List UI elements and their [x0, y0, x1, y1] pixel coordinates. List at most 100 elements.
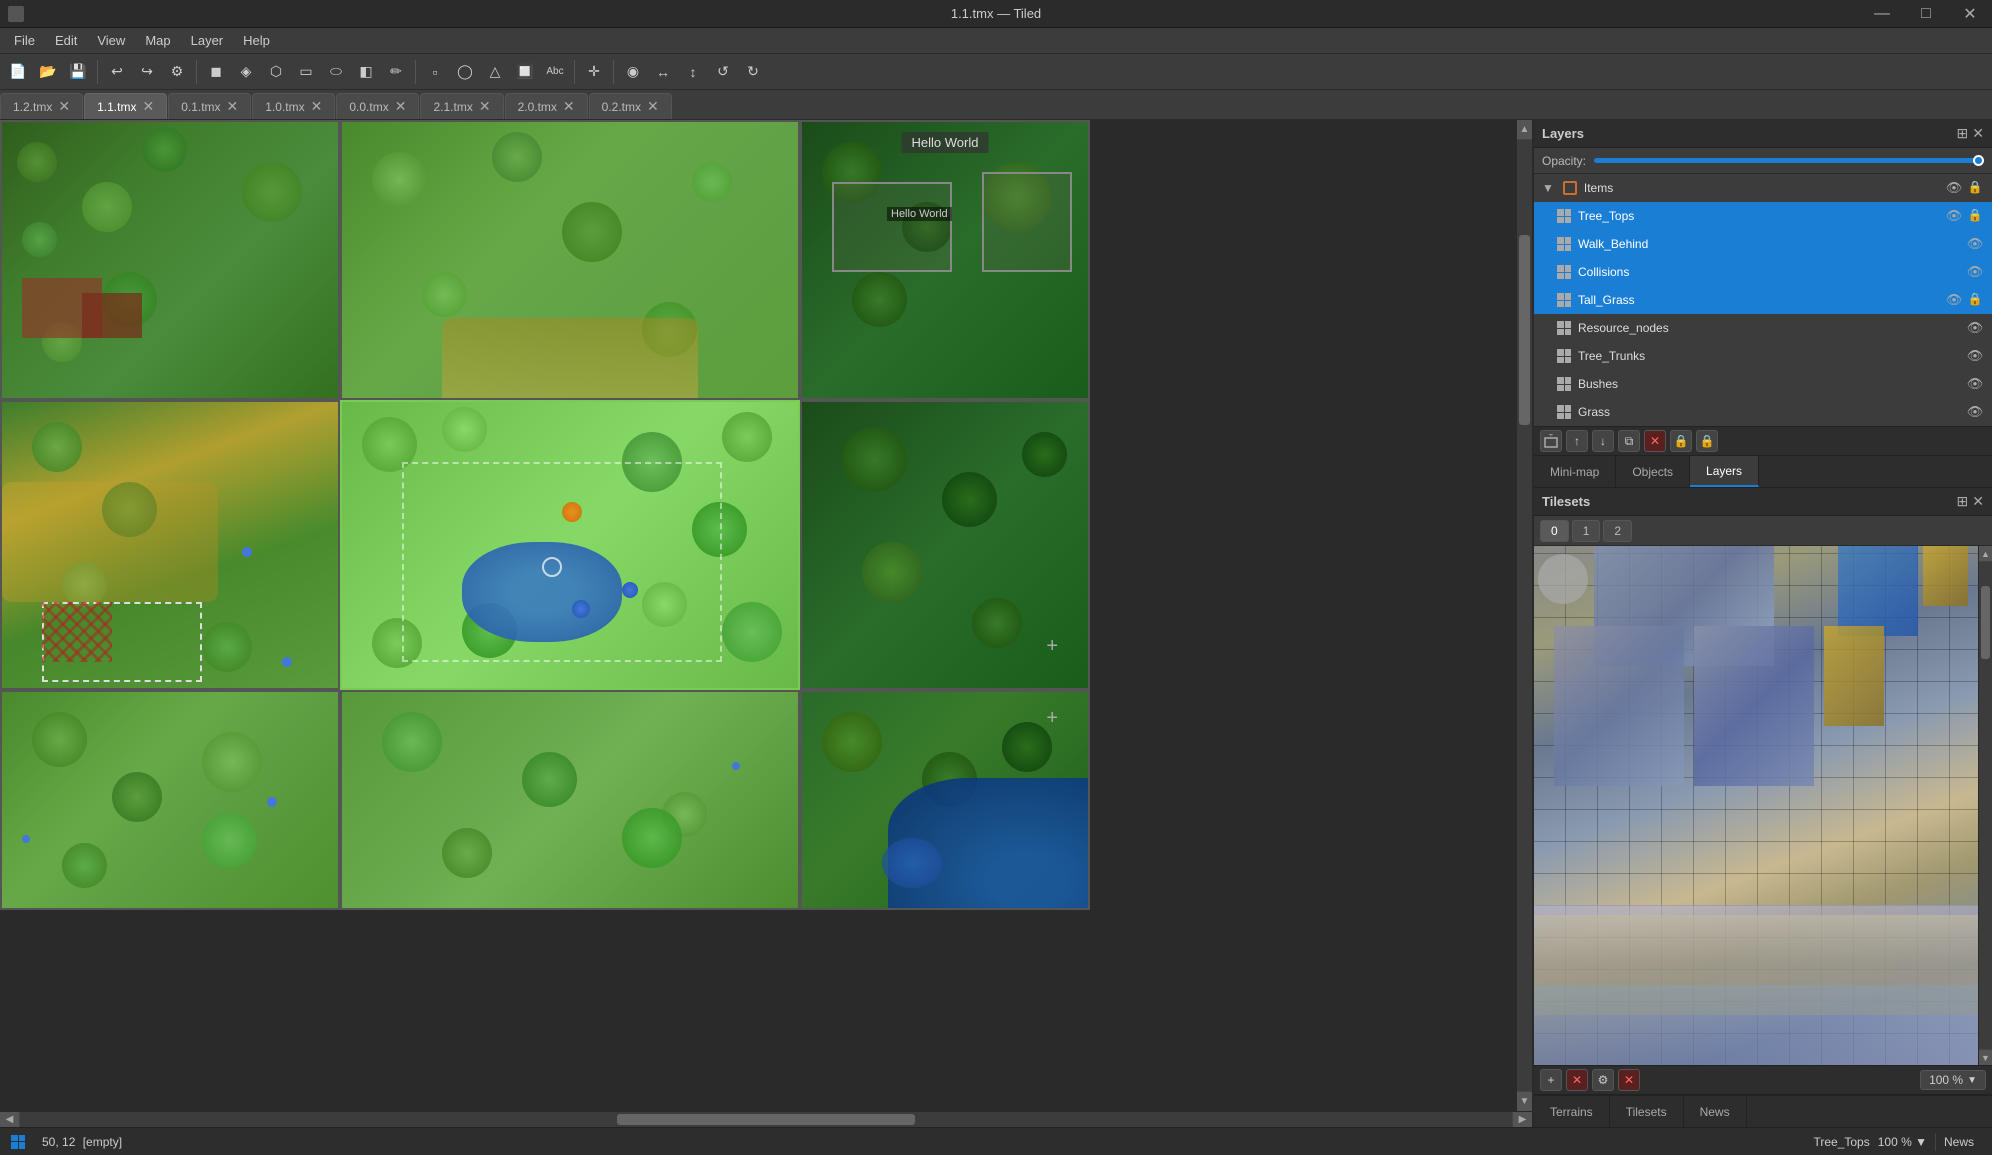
map-cell-1-1[interactable]: [340, 400, 800, 690]
tilesets-float-btn[interactable]: ⊞: [1957, 493, 1969, 510]
layer-remove-red-btn[interactable]: ✕: [1644, 430, 1666, 452]
menu-help[interactable]: Help: [233, 30, 280, 51]
layer-eye-icon-res[interactable]: 👁: [1966, 320, 1984, 336]
close-btn[interactable]: ✕: [1948, 0, 1992, 28]
layers-float-btn[interactable]: ⊞: [1957, 125, 1969, 142]
map-cell-2-2[interactable]: +: [800, 690, 1090, 910]
layer-lock-icon[interactable]: 🔒: [1966, 180, 1984, 196]
bottom-tab-news[interactable]: News: [1684, 1096, 1747, 1128]
hscroll-right[interactable]: ▶: [1512, 1112, 1532, 1127]
tab-close-2-1[interactable]: ✕: [479, 98, 491, 115]
erase-btn[interactable]: ✏: [382, 58, 410, 86]
manage-tilesets-btn[interactable]: ◉: [619, 58, 647, 86]
map-viewport[interactable]: Hello World Hello World: [0, 120, 1516, 1111]
map-cell-2-0[interactable]: Hello World Hello World: [800, 120, 1090, 400]
tileset-scroll-down[interactable]: ▼: [1979, 1049, 1992, 1065]
tileset-tab-1[interactable]: 1: [1572, 520, 1601, 542]
panel-tab-layers[interactable]: Layers: [1690, 456, 1759, 487]
maximize-btn[interactable]: □: [1904, 0, 1948, 28]
panel-tab-minimap[interactable]: Mini-map: [1534, 456, 1616, 487]
tab-close-1-1[interactable]: ✕: [142, 98, 154, 115]
fill-btn[interactable]: ⬡: [262, 58, 290, 86]
menu-view[interactable]: View: [87, 30, 135, 51]
layer-eye-icon-col[interactable]: 👁: [1966, 264, 1984, 280]
layer-item-treetrunks[interactable]: Tree_Trunks 👁: [1534, 342, 1992, 370]
tab-close-0-1[interactable]: ✕: [227, 98, 239, 115]
select-rect-btn[interactable]: ▫: [421, 58, 449, 86]
opacity-slider[interactable]: [1594, 158, 1984, 163]
tab-1-1[interactable]: 1.1.tmx ✕: [84, 93, 167, 119]
vscroll-up[interactable]: ▲: [1517, 120, 1532, 140]
map-cell-0-0[interactable]: [0, 120, 340, 400]
vscroll-thumb[interactable]: [1519, 235, 1530, 425]
map-cell-1-0[interactable]: [340, 120, 800, 400]
tab-close-0-2[interactable]: ✕: [647, 98, 659, 115]
layer-item-walkbehind[interactable]: Walk_Behind 👁: [1534, 230, 1992, 258]
tileset-scrollbar[interactable]: ▲ ▼: [1978, 546, 1992, 1065]
lock-btn[interactable]: 🔲: [511, 58, 539, 86]
move-btn[interactable]: ✛: [580, 58, 608, 86]
tileset-tab-2[interactable]: 2: [1603, 520, 1632, 542]
select-ellipse-btn[interactable]: ◯: [451, 58, 479, 86]
layer-extra-btn[interactable]: 🔒: [1696, 430, 1718, 452]
tab-close-1-2[interactable]: ✕: [58, 98, 70, 115]
map-cell-0-1[interactable]: [0, 400, 340, 690]
layer-item-collisions[interactable]: Collisions 👁: [1534, 258, 1992, 286]
tab-close-1-0[interactable]: ✕: [311, 98, 323, 115]
layer-move-up-btn[interactable]: ↑: [1566, 430, 1588, 452]
select-poly-btn[interactable]: △: [481, 58, 509, 86]
tileset-image[interactable]: [1534, 546, 1978, 1065]
tab-0-0[interactable]: 0.0.tmx ✕: [336, 93, 419, 119]
layer-eye-icon-wb[interactable]: 👁: [1966, 236, 1984, 252]
rotate-l-btn[interactable]: ↺: [709, 58, 737, 86]
layer-item-grass[interactable]: Grass 👁: [1534, 398, 1992, 426]
tileset-properties-btn[interactable]: ⚙: [1592, 1069, 1614, 1091]
shape-rect-btn[interactable]: ▭: [292, 58, 320, 86]
menu-file[interactable]: File: [4, 30, 45, 51]
layer-item-tallgrass[interactable]: Tall_Grass 👁 🔒: [1534, 286, 1992, 314]
hscroll-left[interactable]: ◀: [0, 1112, 20, 1127]
select-magic-btn[interactable]: ◈: [232, 58, 260, 86]
tilesets-close-btn[interactable]: ✕: [1972, 493, 1984, 510]
shape-ellipse-btn[interactable]: ⬭: [322, 58, 350, 86]
layer-item-resources[interactable]: Resource_nodes 👁: [1534, 314, 1992, 342]
rotate-r-btn[interactable]: ↻: [739, 58, 767, 86]
tab-0-1[interactable]: 0.1.tmx ✕: [168, 93, 251, 119]
layer-lock-icon-tt[interactable]: 🔒: [1966, 208, 1984, 224]
undo-btn[interactable]: ↩: [103, 58, 131, 86]
menu-layer[interactable]: Layer: [181, 30, 234, 51]
open-file-btn[interactable]: 📂: [34, 58, 62, 86]
map-cell-0-2[interactable]: [0, 690, 340, 910]
tileset-scroll-up[interactable]: ▲: [1979, 546, 1992, 562]
vscroll[interactable]: ▲ ▼: [1516, 120, 1532, 1111]
layers-close-btn[interactable]: ✕: [1972, 125, 1984, 142]
flip-v-btn[interactable]: ↕: [679, 58, 707, 86]
layer-move-down-btn[interactable]: ↓: [1592, 430, 1614, 452]
shape-fill-btn[interactable]: ◧: [352, 58, 380, 86]
layer-item-treetops[interactable]: Tree_Tops 👁 🔒: [1534, 202, 1992, 230]
layer-properties-btn[interactable]: 🔒: [1670, 430, 1692, 452]
layer-eye-icon-grass[interactable]: 👁: [1966, 404, 1984, 420]
layer-item-bushes[interactable]: Bushes 👁: [1534, 370, 1992, 398]
tab-1-0[interactable]: 1.0.tmx ✕: [252, 93, 335, 119]
tileset-add-btn[interactable]: +: [1540, 1069, 1562, 1091]
minimize-btn[interactable]: —: [1860, 0, 1904, 28]
tileset-tab-0[interactable]: 0: [1540, 520, 1569, 542]
layer-eye-icon[interactable]: 👁: [1945, 180, 1963, 196]
tab-1-2[interactable]: 1.2.tmx ✕: [0, 93, 83, 119]
menu-edit[interactable]: Edit: [45, 30, 87, 51]
layer-add-group-btn[interactable]: +: [1540, 430, 1562, 452]
stamp-btn[interactable]: ◼: [202, 58, 230, 86]
tab-2-0[interactable]: 2.0.tmx ✕: [505, 93, 588, 119]
layer-duplicate-btn[interactable]: ⧉: [1618, 430, 1640, 452]
bottom-tab-tilesets[interactable]: Tilesets: [1610, 1096, 1684, 1128]
redo-btn[interactable]: ↪: [133, 58, 161, 86]
bottom-tab-terrains[interactable]: Terrains: [1534, 1096, 1610, 1128]
new-file-btn[interactable]: 📄: [4, 58, 32, 86]
tab-2-1[interactable]: 2.1.tmx ✕: [420, 93, 503, 119]
status-news[interactable]: News: [1935, 1133, 1982, 1151]
menu-map[interactable]: Map: [135, 30, 180, 51]
map-cell-1-2[interactable]: [340, 690, 800, 910]
tileset-remove2-btn[interactable]: ✕: [1618, 1069, 1640, 1091]
layer-lock-icon-tg[interactable]: 🔒: [1966, 292, 1984, 308]
